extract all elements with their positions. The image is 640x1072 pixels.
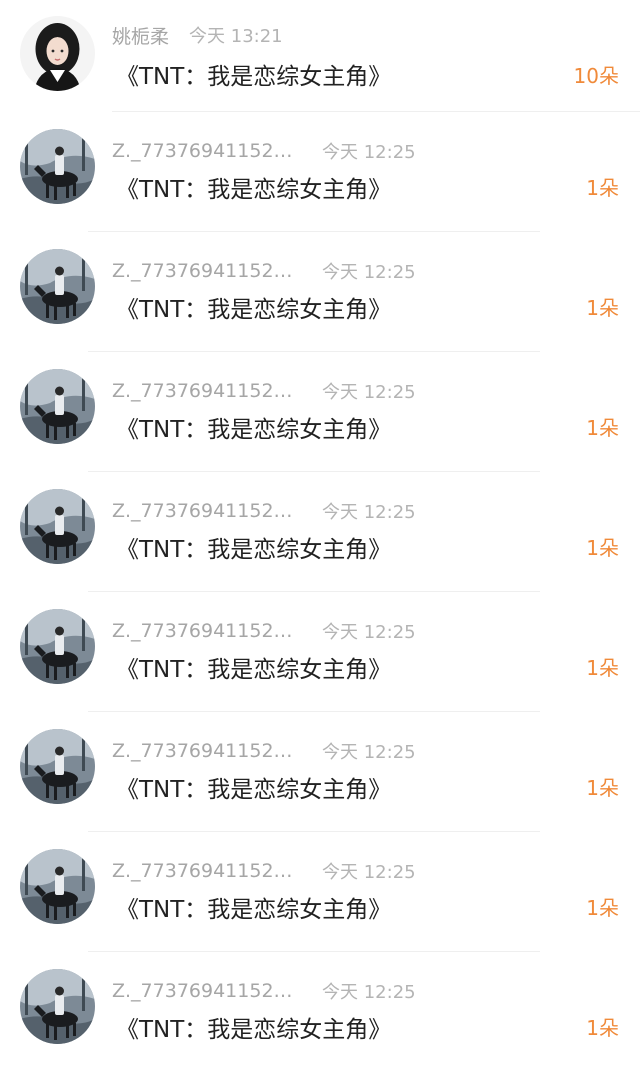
gift-amount: 1朵 [586,1016,619,1040]
item-meta: Z._773769411528... 今天 12:25 [112,138,416,164]
item-title[interactable]: 《TNT：我是恋综女主角》 [116,1010,391,1044]
item-meta: 姚栀柔 今天 13:21 [112,22,283,48]
username[interactable]: Z._773769411528... [112,500,302,522]
list-item[interactable]: Z._773769411528... 今天 12:25 《TNT：我是恋综女主角… [0,232,640,352]
list-item[interactable]: Z._773769411528... 今天 12:25 《TNT：我是恋综女主角… [0,112,640,232]
rider-on-horse-avatar-icon [20,849,95,924]
list-item[interactable]: Z._773769411528... 今天 12:25 《TNT：我是恋综女主角… [0,352,640,472]
list-item[interactable]: Z._773769411528... 今天 12:25 《TNT：我是恋综女主角… [0,592,640,712]
username[interactable]: Z._773769411528... [112,980,302,1002]
rider-on-horse-avatar-icon [20,609,95,684]
user-avatar[interactable] [20,729,95,804]
list-item[interactable]: Z._773769411528... 今天 12:25 《TNT：我是恋综女主角… [0,712,640,832]
item-meta: Z._773769411528... 今天 12:25 [112,498,416,524]
item-meta: Z._773769411528... 今天 12:25 [112,738,416,764]
timestamp: 今天 12:25 [322,262,416,283]
user-avatar[interactable] [20,609,95,684]
item-meta: Z._773769411528... 今天 12:25 [112,978,416,1004]
user-avatar[interactable] [20,129,95,204]
username[interactable]: Z._773769411528... [112,740,302,762]
girl-portrait-avatar-icon [20,16,95,91]
item-meta: Z._773769411528... 今天 12:25 [112,378,416,404]
rider-on-horse-avatar-icon [20,129,95,204]
user-avatar[interactable] [20,969,95,1044]
gift-amount: 1朵 [586,296,619,320]
list-item[interactable]: 姚栀柔 今天 13:21 《TNT：我是恋综女主角》 10朵 [0,0,640,112]
gift-record-list: 姚栀柔 今天 13:21 《TNT：我是恋综女主角》 10朵 Z._773769… [0,0,640,1072]
item-title[interactable]: 《TNT：我是恋综女主角》 [116,650,391,684]
rider-on-horse-avatar-icon [20,969,95,1044]
timestamp: 今天 12:25 [322,982,416,1003]
gift-amount: 1朵 [586,416,619,440]
user-avatar[interactable] [20,249,95,324]
list-item[interactable]: Z._773769411528... 今天 12:25 《TNT：我是恋综女主角… [0,472,640,592]
item-title[interactable]: 《TNT：我是恋综女主角》 [116,890,391,924]
timestamp: 今天 12:25 [322,502,416,523]
username[interactable]: Z._773769411528... [112,860,302,882]
gift-amount: 1朵 [586,896,619,920]
gift-amount: 1朵 [586,176,619,200]
item-title[interactable]: 《TNT：我是恋综女主角》 [116,770,391,804]
item-title[interactable]: 《TNT：我是恋综女主角》 [116,530,391,564]
item-title[interactable]: 《TNT：我是恋综女主角》 [116,410,391,444]
user-avatar[interactable] [20,16,95,91]
username[interactable]: 姚栀柔 [112,22,169,49]
gift-amount: 1朵 [586,776,619,800]
user-avatar[interactable] [20,489,95,564]
rider-on-horse-avatar-icon [20,249,95,324]
rider-on-horse-avatar-icon [20,369,95,444]
username[interactable]: Z._773769411528... [112,380,302,402]
item-title[interactable]: 《TNT：我是恋综女主角》 [116,290,391,324]
timestamp: 今天 12:25 [322,382,416,403]
timestamp: 今天 12:25 [322,622,416,643]
rider-on-horse-avatar-icon [20,729,95,804]
rider-on-horse-avatar-icon [20,489,95,564]
user-avatar[interactable] [20,849,95,924]
timestamp: 今天 13:21 [189,26,283,47]
item-meta: Z._773769411528... 今天 12:25 [112,858,416,884]
item-meta: Z._773769411528... 今天 12:25 [112,618,416,644]
username[interactable]: Z._773769411528... [112,260,302,282]
gift-amount: 1朵 [586,656,619,680]
gift-amount: 10朵 [573,64,619,88]
item-title[interactable]: 《TNT：我是恋综女主角》 [116,57,391,91]
user-avatar[interactable] [20,369,95,444]
item-title[interactable]: 《TNT：我是恋综女主角》 [116,170,391,204]
item-meta: Z._773769411528... 今天 12:25 [112,258,416,284]
timestamp: 今天 12:25 [322,142,416,163]
username[interactable]: Z._773769411528... [112,140,302,162]
list-item[interactable]: Z._773769411528... 今天 12:25 《TNT：我是恋综女主角… [0,952,640,1072]
username[interactable]: Z._773769411528... [112,620,302,642]
gift-amount: 1朵 [586,536,619,560]
timestamp: 今天 12:25 [322,862,416,883]
timestamp: 今天 12:25 [322,742,416,763]
list-item[interactable]: Z._773769411528... 今天 12:25 《TNT：我是恋综女主角… [0,832,640,952]
